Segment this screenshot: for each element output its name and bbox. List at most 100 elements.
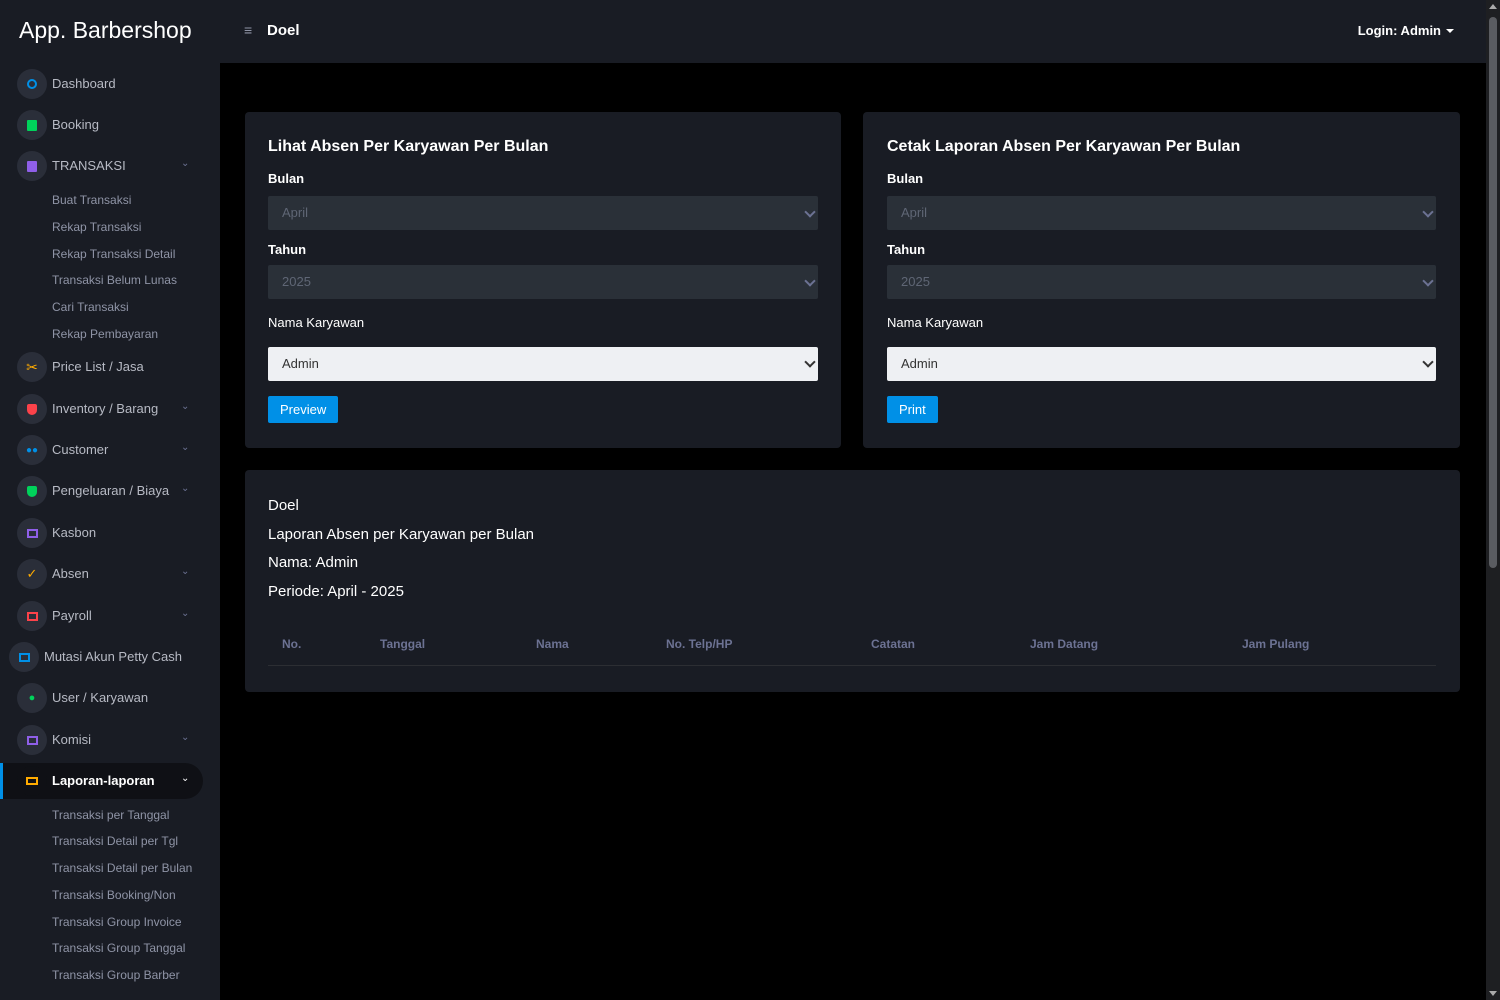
- sidebar-item-label: Kasbon: [52, 525, 97, 540]
- sidebar-item-label: Payroll: [52, 608, 92, 623]
- report-company: Doel: [268, 497, 299, 514]
- login-label: Login: Admin: [1357, 23, 1441, 38]
- report-periode: Periode: April - 2025: [268, 583, 404, 600]
- scroll-down-arrow-icon[interactable]: [1489, 991, 1497, 996]
- column-header-no[interactable]: No.: [282, 637, 301, 651]
- karyawan-value: Admin: [901, 356, 938, 371]
- karyawan-select[interactable]: Admin: [268, 347, 818, 381]
- sidebar-item-label: TRANSAKSI: [52, 158, 126, 173]
- chevron-down-icon: ⌄: [181, 158, 190, 169]
- laptop-icon: [17, 766, 47, 796]
- sidebar-item-label: Inventory / Barang: [52, 401, 159, 416]
- chevron-down-icon: [804, 275, 816, 287]
- sidebar-item-label: Komisi: [52, 732, 92, 747]
- column-header-jam-pulang[interactable]: Jam Pulang: [1242, 637, 1309, 651]
- security-icon: [17, 476, 47, 506]
- sidebar-item-inventory[interactable]: Inventory / Barang ⌄: [0, 391, 220, 427]
- column-header-catatan[interactable]: Catatan: [871, 637, 915, 651]
- sidebar-item-booking[interactable]: Booking: [0, 107, 220, 143]
- speedometer-icon: [17, 69, 47, 99]
- chevron-down-icon: [1422, 206, 1434, 218]
- print-tahun-select[interactable]: 2025: [887, 265, 1436, 299]
- tahun-select[interactable]: 2025: [268, 265, 818, 299]
- sidebar-subitem-rekap-transaksi-detail[interactable]: Rekap Transaksi Detail: [52, 247, 175, 261]
- report-card: [245, 470, 1460, 692]
- payroll-icon: [17, 601, 47, 631]
- bulan-value: April: [901, 205, 928, 220]
- tahun-value: 2025: [282, 274, 311, 289]
- sidebar-subitem-transaksi-belum-lunas[interactable]: Transaksi Belum Lunas: [52, 273, 177, 287]
- sidebar-item-price-list[interactable]: ✂ Price List / Jasa: [0, 349, 220, 385]
- sidebar-item-pengeluaran[interactable]: Pengeluaran / Biaya ⌄: [0, 473, 220, 509]
- bulan-label: Bulan: [887, 171, 924, 186]
- sidebar-subitem-transaksi-per-tanggal[interactable]: Transaksi per Tanggal: [52, 808, 169, 822]
- karyawan-label: Nama Karyawan: [268, 315, 365, 330]
- sidebar-subitem-transaksi-group-barber[interactable]: Transaksi Group Barber: [52, 968, 180, 982]
- sidebar-item-transaksi[interactable]: TRANSAKSI ⌄: [0, 148, 220, 184]
- tahun-label: Tahun: [268, 242, 307, 257]
- report-title: Laporan Absen per Karyawan per Bulan: [268, 526, 535, 543]
- view-card-title: Lihat Absen Per Karyawan Per Bulan: [268, 138, 549, 155]
- bulan-select[interactable]: April: [268, 196, 818, 230]
- column-header-tanggal[interactable]: Tanggal: [380, 637, 425, 651]
- cash-icon: [17, 725, 47, 755]
- page-title: Doel: [267, 22, 300, 39]
- sidebar-subitem-rekap-transaksi[interactable]: Rekap Transaksi: [52, 220, 141, 234]
- bulan-value: April: [282, 205, 309, 220]
- scroll-thumb[interactable]: [1489, 17, 1497, 568]
- sidebar-subitem-transaksi-group-tanggal[interactable]: Transaksi Group Tanggal: [52, 941, 185, 955]
- sidebar-item-customer[interactable]: ●● Customer ⌄: [0, 432, 220, 468]
- print-bulan-select[interactable]: April: [887, 196, 1436, 230]
- column-header-nama[interactable]: Nama: [536, 637, 569, 651]
- users-icon: ●●: [17, 435, 47, 465]
- page-scrollbar[interactable]: [1486, 0, 1500, 1000]
- karyawan-value: Admin: [282, 356, 319, 371]
- tahun-value: 2025: [901, 274, 930, 289]
- sidebar-item-label: Pengeluaran / Biaya: [52, 483, 170, 498]
- sidebar-item-label: Price List / Jasa: [52, 359, 144, 374]
- sidebar-item-dashboard[interactable]: Dashboard: [0, 66, 220, 102]
- sidebar-item-mutasi-akun[interactable]: Mutasi Akun Petty Cash: [0, 639, 220, 675]
- sidebar-item-label: Customer: [52, 442, 109, 457]
- karyawan-label: Nama Karyawan: [887, 315, 984, 330]
- caret-down-icon: [1446, 29, 1454, 33]
- column-header-jam-datang[interactable]: Jam Datang: [1030, 637, 1098, 651]
- preview-button[interactable]: Preview: [268, 396, 339, 423]
- sidebar-item-label: Laporan-laporan: [52, 773, 155, 788]
- sidebar-item-absen[interactable]: ✓ Absen ⌄: [0, 556, 220, 592]
- print-karyawan-select[interactable]: Admin: [887, 347, 1436, 381]
- print-button[interactable]: Print: [887, 396, 938, 423]
- print-card-title: Cetak Laporan Absen Per Karyawan Per Bul…: [887, 138, 1241, 155]
- sidebar-subitem-transaksi-detail-per-bulan[interactable]: Transaksi Detail per Bulan: [52, 861, 192, 875]
- app-brand[interactable]: App. Barbershop: [19, 17, 192, 44]
- sidebar-subitem-transaksi-booking-non[interactable]: Transaksi Booking/Non: [52, 888, 176, 902]
- user-icon: ●: [17, 683, 47, 713]
- report-nama: Nama: Admin: [268, 554, 359, 571]
- sidebar-subitem-buat-transaksi[interactable]: Buat Transaksi: [52, 193, 131, 207]
- shield-icon: [17, 394, 47, 424]
- menu-toggle-icon[interactable]: ≡: [244, 23, 256, 37]
- scroll-up-arrow-icon[interactable]: [1489, 4, 1497, 9]
- sidebar-item-user-karyawan[interactable]: ● User / Karyawan: [0, 680, 220, 716]
- login-dropdown[interactable]: Login: Admin: [1358, 23, 1454, 38]
- sidebar-item-payroll[interactable]: Payroll ⌄: [0, 598, 220, 634]
- sidebar-item-kasbon[interactable]: Kasbon: [0, 515, 220, 551]
- chevron-down-icon: [804, 206, 816, 218]
- chevron-down-icon: ⌄: [181, 401, 190, 412]
- sidebar-item-komisi[interactable]: Komisi ⌄: [0, 722, 220, 758]
- chevron-down-icon: ⌄: [181, 732, 190, 743]
- sidebar-item-laporan[interactable]: Laporan-laporan ⌄: [0, 763, 203, 799]
- sidebar: Dashboard Booking TRANSAKSI ⌄ Buat Trans…: [0, 63, 220, 1000]
- chevron-down-icon: ⌄: [181, 442, 190, 453]
- sidebar-subitem-transaksi-group-invoice[interactable]: Transaksi Group Invoice: [52, 915, 182, 929]
- chevron-down-icon: ⌄: [181, 566, 190, 577]
- cash-icon: [17, 518, 47, 548]
- column-header-telp[interactable]: No. Telp/HP: [666, 637, 732, 651]
- sidebar-item-label: Booking: [52, 117, 99, 132]
- sidebar-subitem-cari-transaksi[interactable]: Cari Transaksi: [52, 300, 129, 314]
- sidebar-subitem-rekap-pembayaran[interactable]: Rekap Pembayaran: [52, 327, 158, 341]
- top-navbar: App. Barbershop ≡ Doel Login: Admin: [0, 0, 1486, 63]
- sidebar-item-label: Absen: [52, 566, 89, 581]
- sidebar-subitem-transaksi-detail-per-tgl[interactable]: Transaksi Detail per Tgl: [52, 834, 178, 848]
- sidebar-item-label: Dashboard: [52, 76, 116, 91]
